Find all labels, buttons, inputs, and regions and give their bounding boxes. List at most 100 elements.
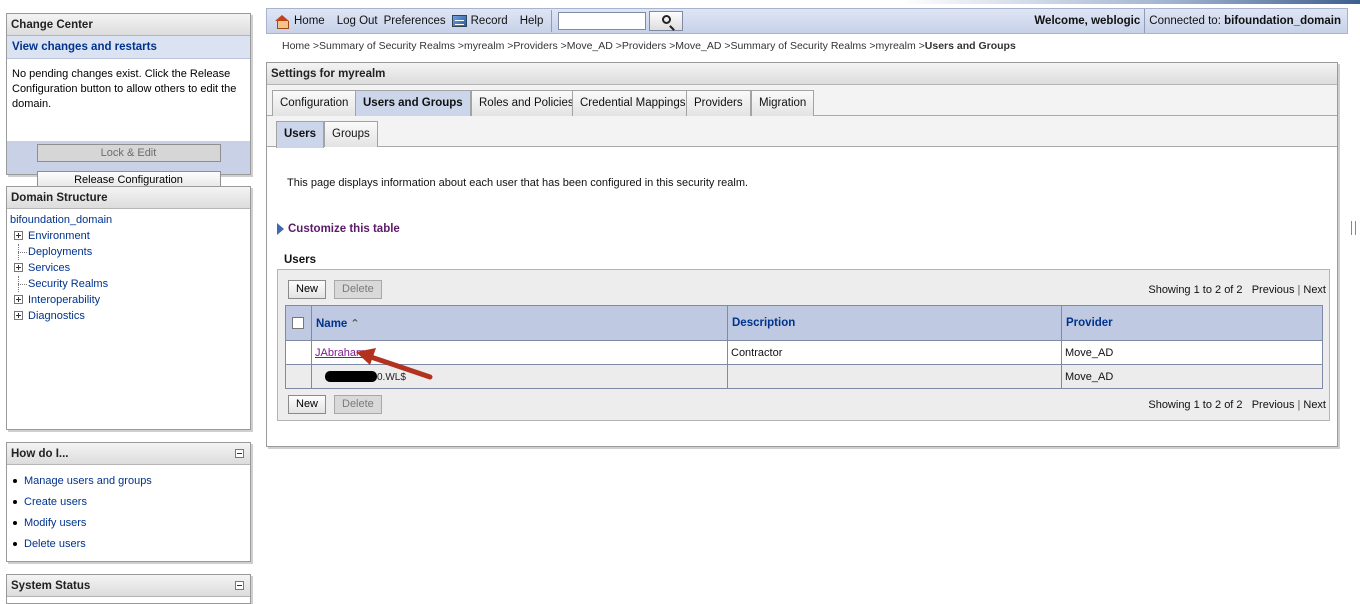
- change-center-panel: Change Center View changes and restarts …: [6, 13, 251, 189]
- connected-domain: bifoundation_domain: [1224, 15, 1341, 27]
- home-label: Home: [294, 15, 325, 27]
- how-do-i-list: Manage users and groups Create users Modif…: [7, 473, 250, 557]
- redacted-block: [325, 371, 377, 383]
- tree-item-label[interactable]: Services: [28, 262, 70, 274]
- column-header-name[interactable]: Name ⌃: [311, 305, 728, 341]
- new-user-button-bottom[interactable]: New: [288, 395, 327, 414]
- tree-item[interactable]: Environment: [9, 228, 250, 244]
- record-icon: [451, 15, 467, 27]
- collapse-icon[interactable]: [235, 449, 244, 458]
- preferences-link[interactable]: Preferences: [384, 9, 446, 33]
- search-icon: [662, 15, 672, 24]
- tree-item[interactable]: Services: [9, 260, 250, 276]
- system-status-panel: System Status: [6, 574, 251, 604]
- view-changes-link[interactable]: View changes and restarts: [12, 41, 157, 53]
- how-do-i-item: Modify users: [13, 515, 250, 536]
- search-input[interactable]: [558, 12, 647, 30]
- breadcrumb-path[interactable]: Home >Summary of Security Realms >myreal…: [282, 40, 925, 52]
- paging-next[interactable]: Next: [1303, 284, 1326, 296]
- tree-item-label[interactable]: Diagnostics: [28, 310, 85, 322]
- change-center-title: Change Center: [7, 14, 250, 36]
- tree-item[interactable]: Security Realms: [9, 276, 250, 292]
- tree-item[interactable]: Deployments: [9, 244, 250, 260]
- expand-plus-icon[interactable]: [14, 311, 23, 320]
- collapse-icon[interactable]: [235, 581, 244, 590]
- lock-edit-button[interactable]: Lock & Edit: [36, 144, 221, 162]
- how-do-i-link[interactable]: Manage users and groups: [24, 475, 152, 487]
- column-header-name-label: Name: [316, 317, 348, 330]
- how-do-i-link[interactable]: Create users: [24, 496, 87, 508]
- expand-plus-icon[interactable]: [14, 263, 23, 272]
- tree-item-label[interactable]: Environment: [28, 230, 90, 242]
- record-link[interactable]: Record: [451, 9, 514, 33]
- home-link[interactable]: Home: [275, 9, 331, 33]
- tree-item-label[interactable]: Interoperability: [28, 294, 100, 306]
- toolbar-separator: [551, 10, 553, 32]
- paging-showing-bottom: Showing 1 to 2 of 2: [1148, 399, 1243, 411]
- delete-user-button[interactable]: Delete: [334, 280, 382, 299]
- tab-credential-mappings[interactable]: Credential Mappings: [572, 90, 694, 116]
- paging-previous[interactable]: Previous: [1252, 284, 1295, 296]
- user-name-link[interactable]: JAbraham: [315, 347, 365, 359]
- top-toolbar: Home Log Out Preferences Record Help Wel…: [266, 8, 1348, 34]
- subtab-groups[interactable]: Groups: [324, 121, 378, 147]
- users-table-title: Users: [284, 254, 316, 266]
- header-decoration: [900, 0, 1360, 4]
- select-all-checkbox[interactable]: [292, 316, 304, 329]
- customize-table-link[interactable]: Customize this table: [277, 223, 400, 235]
- tab-providers[interactable]: Providers: [686, 90, 751, 116]
- expand-plus-icon[interactable]: [14, 231, 23, 240]
- sub-tabs: Users Groups: [267, 116, 1337, 148]
- how-do-i-title: How do I...: [7, 443, 250, 465]
- tree-connector: [18, 284, 27, 285]
- help-link[interactable]: Help: [520, 9, 544, 33]
- table-row: JAbraham Contractor Move_AD: [285, 340, 1323, 365]
- connection-info: Connected to: bifoundation_domain: [1144, 9, 1347, 33]
- tree-item-label[interactable]: Security Realms: [28, 278, 108, 290]
- how-do-i-panel: How do I... Manage users and groups Creat…: [6, 442, 251, 562]
- tab-roles-and-policies[interactable]: Roles and Policies: [471, 90, 582, 116]
- sort-ascending-icon[interactable]: ⌃: [350, 317, 359, 330]
- tree-item[interactable]: Diagnostics: [9, 308, 250, 324]
- row-name-cell: 0.WL$: [311, 364, 728, 389]
- paging-showing: Showing 1 to 2 of 2: [1148, 284, 1243, 296]
- subtab-users[interactable]: Users: [276, 121, 324, 148]
- tab-migration[interactable]: Migration: [751, 90, 815, 116]
- delete-user-button-bottom[interactable]: Delete: [334, 395, 382, 414]
- how-do-i-item: Create users: [13, 494, 250, 515]
- customize-table-label: Customize this table: [288, 223, 400, 235]
- tree-item[interactable]: Interoperability: [9, 292, 250, 308]
- change-center-message-text: No pending changes exist. Click the Rele…: [12, 68, 237, 110]
- search-button[interactable]: [649, 11, 684, 31]
- tree-root-domain[interactable]: bifoundation_domain: [9, 212, 250, 228]
- how-do-i-link[interactable]: Delete users: [24, 538, 86, 550]
- expand-plus-icon[interactable]: [14, 295, 23, 304]
- paging-next-bottom[interactable]: Next: [1303, 399, 1326, 411]
- users-table: Name ⌃ Description Provider JAbraham Contr…: [285, 305, 1323, 389]
- how-do-i-link[interactable]: Modify users: [24, 517, 86, 529]
- scrollbar-handle[interactable]: [1351, 221, 1356, 235]
- tree-connector: [18, 252, 27, 253]
- paging-previous-bottom[interactable]: Previous: [1252, 399, 1295, 411]
- connected-label: Connected to:: [1149, 15, 1221, 27]
- page-description: This page displays information about eac…: [287, 177, 749, 189]
- tab-configuration[interactable]: Configuration: [272, 90, 357, 116]
- row-provider-cell: Move_AD: [1061, 340, 1323, 365]
- new-user-button[interactable]: New: [288, 280, 327, 299]
- domain-tree: bifoundation_domain Environment Deploymen…: [7, 209, 250, 324]
- how-do-i-item: Manage users and groups: [13, 473, 250, 494]
- row-description-cell: [727, 364, 1062, 389]
- system-status-title: System Status: [7, 575, 250, 597]
- tree-item-label[interactable]: Deployments: [28, 246, 92, 258]
- column-header-provider[interactable]: Provider: [1061, 305, 1323, 341]
- breadcrumb: Home >Summary of Security Realms >myreal…: [282, 40, 1016, 52]
- breadcrumb-current: Users and Groups: [924, 40, 1016, 52]
- logout-link[interactable]: Log Out: [337, 9, 378, 33]
- column-header-description[interactable]: Description: [727, 305, 1062, 341]
- paging-bottom: Showing 1 to 2 of 2 Previous | Next: [1148, 399, 1326, 411]
- user-name-link[interactable]: 0.WL$: [377, 372, 406, 383]
- tab-users-and-groups[interactable]: Users and Groups: [355, 90, 471, 117]
- paging-top: Showing 1 to 2 of 2 Previous | Next: [1148, 284, 1326, 296]
- settings-panel: Settings for myrealm Configuration Users …: [266, 62, 1338, 447]
- users-table-container: New Delete Showing 1 to 2 of 2 Previous |…: [277, 269, 1330, 421]
